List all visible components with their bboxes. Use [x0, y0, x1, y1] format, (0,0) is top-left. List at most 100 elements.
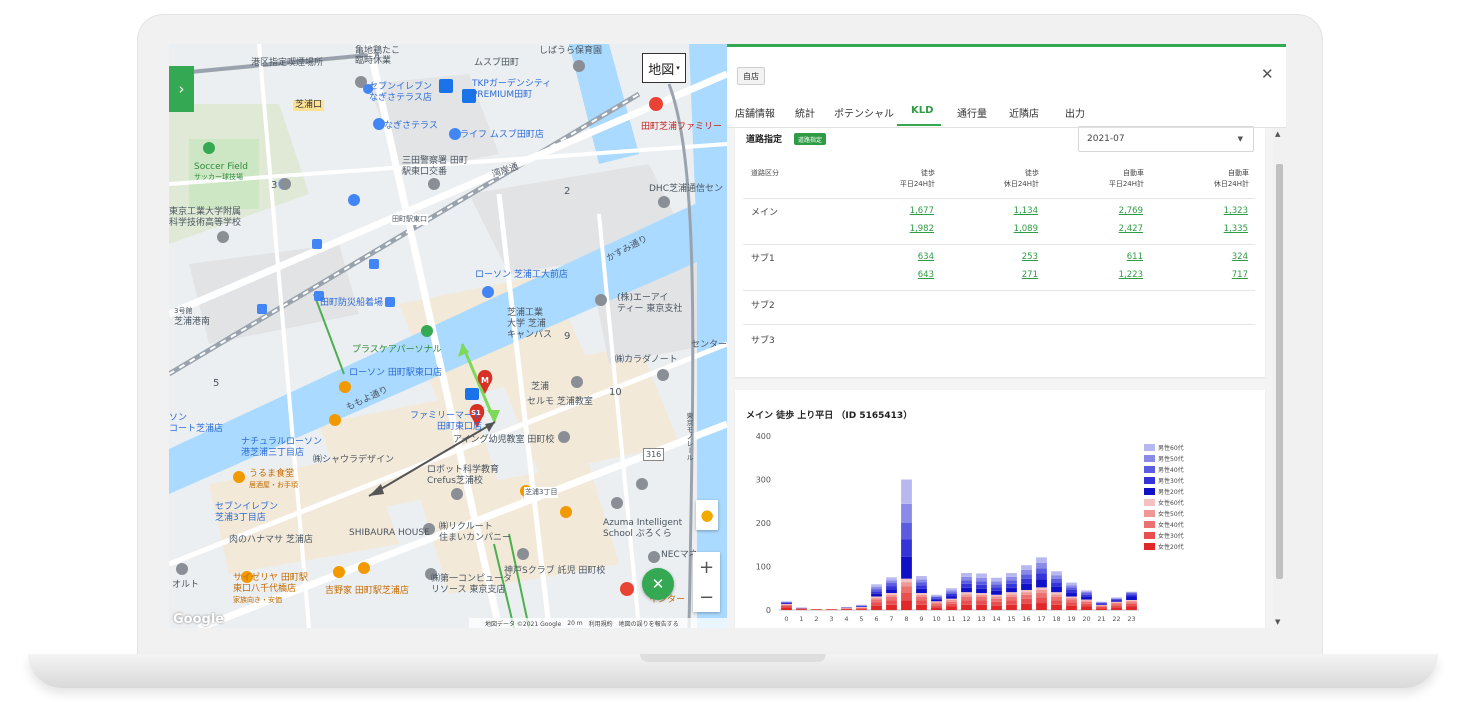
tab-stats[interactable]: 統計 — [795, 105, 815, 120]
y-tick-label: 300 — [756, 476, 771, 485]
month-value: 2021-07 — [1087, 134, 1125, 144]
header-walk-holiday: 徒歩 休日24H計 — [979, 168, 1039, 190]
tab-potential[interactable]: ポテンシャル — [834, 105, 894, 120]
bar-segment — [871, 591, 882, 594]
bar-segment — [991, 587, 1002, 591]
value-link[interactable]: 1,982 — [874, 224, 934, 234]
value-link[interactable]: 1,223 — [1083, 270, 1143, 280]
value-link[interactable]: 253 — [978, 252, 1038, 262]
panel-scrollbar[interactable]: ▲ ▼ — [1273, 128, 1286, 628]
x-tick-label: 6 — [874, 615, 878, 623]
map-label: ナチュラルローソン — [241, 437, 323, 447]
terms-link[interactable]: 利用規約 — [589, 619, 613, 628]
bar-segment — [781, 605, 792, 608]
tools-icon: ✕ — [651, 575, 665, 593]
value-link[interactable]: 1,134 — [978, 206, 1038, 216]
tab-store-info[interactable]: 店舗情報 — [735, 105, 775, 120]
legend-swatch — [1144, 543, 1155, 550]
bar-segment — [976, 604, 987, 610]
value-link[interactable]: 634 — [874, 252, 934, 262]
bar-segment — [946, 606, 957, 610]
tab-output[interactable]: 出力 — [1065, 105, 1085, 120]
bar-segment — [1036, 563, 1047, 569]
tools-button[interactable]: ✕ — [642, 568, 674, 600]
bar-segment — [991, 601, 1002, 606]
bar-segment — [781, 603, 792, 604]
bar-segment — [1006, 592, 1017, 595]
map-label: ㈱リクルート — [439, 522, 493, 532]
divider — [743, 324, 1255, 325]
scroll-up-icon[interactable]: ▲ — [1275, 130, 1280, 138]
legend-item: 男性60代 — [1144, 442, 1234, 453]
scrollbar-thumb[interactable] — [1276, 164, 1283, 579]
bar-segment — [1066, 582, 1077, 586]
bar-segment — [946, 598, 957, 600]
bar-segment — [901, 592, 912, 601]
bar-segment — [1036, 557, 1047, 564]
month-select[interactable]: 2021-07 ▼ — [1078, 126, 1254, 152]
value-link[interactable]: 1,323 — [1188, 206, 1248, 216]
sidebar-toggle-button[interactable]: › — [169, 66, 194, 112]
legend-item: 女性30代 — [1144, 530, 1234, 541]
report-error-link[interactable]: 地図の誤りを報告する — [619, 619, 679, 628]
legend-item: 女性60代 — [1144, 497, 1234, 508]
bar-segment — [991, 598, 1002, 602]
block-number: 2 — [564, 186, 571, 197]
bar-segment — [1126, 596, 1137, 600]
bar-segment — [991, 596, 1002, 599]
map-label: School ぷろくら — [603, 529, 672, 539]
value-link[interactable]: 1,677 — [874, 206, 934, 216]
map-label: コート芝浦店 — [169, 424, 224, 434]
scroll-down-icon[interactable]: ▼ — [1275, 618, 1280, 626]
value-link[interactable]: 717 — [1188, 270, 1248, 280]
bar-segment — [1051, 575, 1062, 579]
bar-segment — [1006, 587, 1017, 593]
bar-segment — [946, 601, 957, 604]
legend-swatch — [1144, 466, 1155, 473]
legend-label: 女性60代 — [1158, 500, 1184, 507]
bar-segment — [916, 593, 927, 595]
value-link[interactable]: 643 — [874, 270, 934, 280]
bar-segment — [1066, 589, 1077, 594]
value-link[interactable]: 324 — [1188, 252, 1248, 262]
marker-sub1[interactable]: S1 — [471, 408, 481, 419]
value-link[interactable]: 611 — [1083, 252, 1143, 262]
divider — [743, 198, 1255, 199]
bar-segment — [886, 580, 897, 584]
map-label: うるま食堂 — [249, 469, 295, 479]
zoom-in-button[interactable]: + — [693, 552, 720, 582]
panel-tabs: 店舗情報 統計 ポテンシャル KLD 通行量 近隣店 出力 — [727, 99, 1286, 128]
value-link[interactable]: 1,335 — [1188, 224, 1248, 234]
map-label: SHIBAURA HOUSE — [349, 528, 430, 538]
bar-segment — [781, 604, 792, 606]
legend-label: 女性40代 — [1158, 522, 1184, 529]
road-title: 道路指定 — [746, 135, 783, 145]
bar-segment — [901, 523, 912, 540]
x-tick-label: 18 — [1052, 615, 1060, 623]
value-link[interactable]: 1,089 — [978, 224, 1038, 234]
map-label: 家族向き・安価 — [233, 596, 282, 604]
close-icon[interactable]: ✕ — [1261, 65, 1274, 83]
value-link[interactable]: 2,427 — [1083, 224, 1143, 234]
map-type-dropdown[interactable]: 地図 ▾ — [642, 53, 686, 83]
value-link[interactable]: 271 — [978, 270, 1038, 280]
marker-main[interactable]: M — [481, 375, 489, 386]
tab-nearby-stores[interactable]: 近隣店 — [1009, 105, 1039, 120]
bar-segment — [871, 599, 882, 603]
value-link[interactable]: 2,769 — [1083, 206, 1143, 216]
bar-segment — [1036, 568, 1047, 574]
panel-scroll-area[interactable]: 道路指定 道路指定 2021-07 ▼ 道路区分 徒歩 平日24H計 徒歩 休日24… — [727, 126, 1286, 628]
map-footer: 地図データ ©2021 Google 20 m 利用規約 地図の誤りを報告する — [469, 618, 727, 628]
map-label: 三田警察署 田町 — [402, 156, 468, 166]
map-view[interactable]: 港区指定喫煙場所 亀地鶏たこ 臨時休業 ムスブ田町 しばうら保育園 セブンイレブ… — [169, 44, 727, 628]
bar-segment — [1021, 589, 1032, 593]
header-line: 平日24H計 — [1108, 180, 1144, 188]
bar-segment — [1126, 592, 1137, 594]
street-view-pegman-icon[interactable]: ● — [696, 500, 718, 530]
zoom-out-button[interactable]: − — [693, 582, 720, 612]
map-label: セルモ 芝浦教室 — [527, 397, 593, 407]
map-label: サイゼリヤ 田町駅 — [233, 573, 308, 583]
map-type-label: 地図 — [648, 62, 675, 78]
tab-kld[interactable]: KLD — [911, 105, 933, 116]
tab-traffic[interactable]: 通行量 — [957, 105, 987, 120]
